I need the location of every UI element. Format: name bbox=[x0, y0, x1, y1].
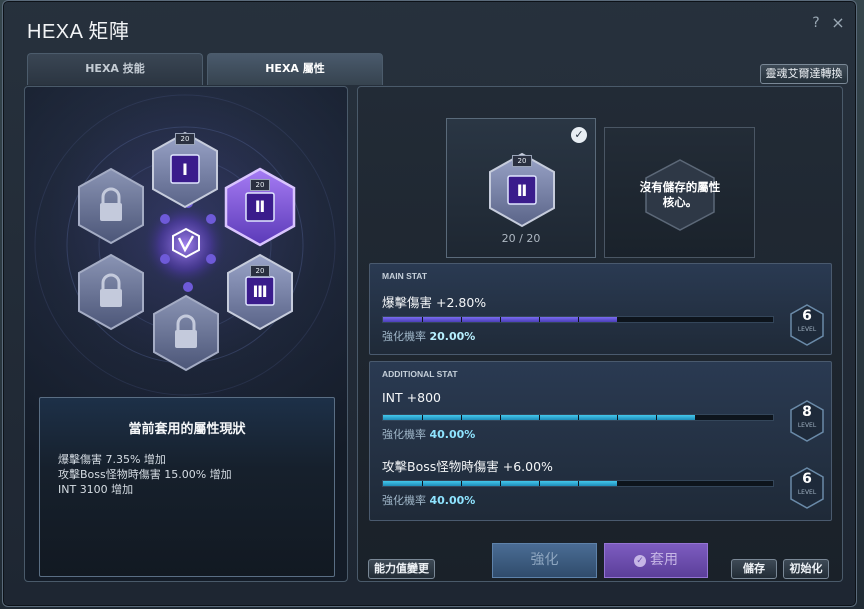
progress-segment-divider bbox=[500, 415, 501, 420]
slot-numeral: Ⅰ bbox=[182, 160, 188, 179]
progress-segment-divider bbox=[422, 481, 423, 486]
additional-stat-progress-bar bbox=[382, 480, 774, 487]
status-line: INT 3100 增加 bbox=[58, 483, 134, 496]
check-circle-icon: ✓ bbox=[634, 555, 646, 567]
rate-label: 強化機率 bbox=[382, 330, 426, 343]
progress-segment-divider bbox=[695, 415, 696, 420]
hexa-slot-locked bbox=[77, 167, 145, 245]
progress-segment-divider bbox=[656, 481, 657, 486]
hexa-v-emblem-icon bbox=[172, 227, 200, 259]
check-icon: ✓ bbox=[571, 127, 587, 143]
hexa-slot-1[interactable]: 20 Ⅰ bbox=[151, 131, 219, 209]
status-line: 攻擊Boss怪物時傷害 15.00% 增加 bbox=[58, 468, 232, 481]
close-button[interactable]: × bbox=[829, 14, 847, 32]
lock-icon bbox=[78, 167, 144, 245]
current-core-card[interactable]: ✓ 20 Ⅱ 20 / 20 bbox=[446, 118, 596, 258]
progress-segment-divider bbox=[656, 415, 657, 420]
additional-stat-label: ADDITIONAL STAT bbox=[382, 369, 458, 379]
progress-segment-divider bbox=[539, 481, 540, 486]
rate-value: 40.00% bbox=[429, 494, 476, 507]
hexa-grid-panel: 20 Ⅰ 20 Ⅱ 20 Ⅲ 當前套用的屬性現狀 爆擊傷害 7.35% 增加 攻… bbox=[24, 86, 348, 582]
progress-segment-divider bbox=[734, 415, 735, 420]
slot-numeral: Ⅱ bbox=[254, 197, 266, 216]
level-number: 6 bbox=[802, 471, 812, 487]
level-number: 8 bbox=[802, 404, 812, 420]
enhance-button[interactable]: 強化 bbox=[492, 543, 597, 578]
additional-stat-level-badge: 8 LEVEL bbox=[788, 399, 826, 443]
status-line: 爆擊傷害 7.35% 增加 bbox=[58, 453, 166, 466]
main-stat-rate: 強化機率 20.00% bbox=[382, 328, 475, 344]
saved-core-card: 沒有儲存的屬性核心。 bbox=[604, 127, 755, 258]
hexa-slot-locked bbox=[152, 294, 220, 372]
progress-segment-divider bbox=[695, 481, 696, 486]
progress-segment-divider bbox=[617, 481, 618, 486]
core-level-badge: 20 bbox=[512, 155, 532, 167]
progress-segment-divider bbox=[578, 481, 579, 486]
progress-segment-divider bbox=[695, 317, 696, 322]
additional-stat-rate: 強化機率 40.00% bbox=[382, 426, 475, 442]
stat-core-panel: ✓ 20 Ⅱ 20 / 20 沒有儲存的屬性核心。 MAIN STAT 爆擊傷害… bbox=[357, 86, 843, 582]
progress-segment-divider bbox=[617, 317, 618, 322]
progress-segment-divider bbox=[500, 481, 501, 486]
core-numeral: Ⅱ bbox=[516, 181, 528, 200]
progress-segment-divider bbox=[734, 481, 735, 486]
current-stat-status-box: 當前套用的屬性現狀 爆擊傷害 7.35% 增加 攻擊Boss怪物時傷害 15.0… bbox=[39, 397, 335, 577]
additional-stat-name: INT +800 bbox=[382, 390, 441, 405]
additional-stat-level-badge: 6 LEVEL bbox=[788, 466, 826, 510]
main-stat-block: MAIN STAT 爆擊傷害 +2.80% 強化機率 20.00% 6 LEVE… bbox=[369, 263, 832, 355]
progress-segment-divider bbox=[461, 317, 462, 322]
apply-button[interactable]: ✓ 套用 bbox=[604, 543, 708, 578]
additional-stat-progress-bar bbox=[382, 414, 774, 421]
main-stat-level-badge: 6 LEVEL bbox=[788, 303, 826, 347]
core-count: 20 / 20 bbox=[501, 232, 541, 245]
slot-level-badge: 20 bbox=[250, 179, 270, 191]
level-label: LEVEL bbox=[797, 422, 817, 429]
additional-stat-block: ADDITIONAL STAT INT +800 強化機率 40.00% 8 L… bbox=[369, 361, 832, 521]
rate-label: 強化機率 bbox=[382, 494, 426, 507]
status-title: 當前套用的屬性現狀 bbox=[128, 422, 246, 437]
additional-stat-name: 攻擊Boss怪物時傷害 +6.00% bbox=[382, 459, 553, 474]
rate-value: 20.00% bbox=[429, 330, 476, 343]
rate-value: 40.00% bbox=[429, 428, 476, 441]
slot-level-badge: 20 bbox=[250, 265, 270, 277]
progress-segment-divider bbox=[656, 317, 657, 322]
save-button[interactable]: 儲存 bbox=[731, 559, 777, 579]
main-stat-name: 爆擊傷害 +2.80% bbox=[382, 295, 487, 310]
main-stat-label: MAIN STAT bbox=[382, 271, 428, 281]
progress-segment-divider bbox=[500, 317, 501, 322]
additional-stat-rate: 強化機率 40.00% bbox=[382, 492, 475, 508]
progress-segment-divider bbox=[617, 415, 618, 420]
level-label: LEVEL bbox=[797, 326, 817, 333]
progress-segment-divider bbox=[422, 415, 423, 420]
tab-hexa-stat[interactable]: HEXA 屬性 bbox=[207, 53, 383, 85]
lock-icon bbox=[78, 253, 144, 331]
progress-segment-divider bbox=[578, 317, 579, 322]
change-stat-button[interactable]: 能力值變更 bbox=[368, 559, 435, 579]
level-number: 6 bbox=[802, 308, 812, 324]
window-title: HEXA 矩陣 bbox=[27, 21, 130, 43]
empty-core-text: 沒有儲存的屬性核心。 bbox=[639, 180, 721, 209]
progress-segment-divider bbox=[734, 317, 735, 322]
hexa-slot-3[interactable]: 20 Ⅲ bbox=[226, 253, 294, 331]
slot-level-badge: 20 bbox=[175, 133, 195, 145]
progress-segment-divider bbox=[461, 481, 462, 486]
hexa-slot-2-selected[interactable]: 20 Ⅱ bbox=[224, 167, 296, 247]
progress-segment-divider bbox=[461, 415, 462, 420]
sol-erda-convert-button[interactable]: 靈魂艾爾達轉換 bbox=[760, 64, 848, 84]
slot-numeral: Ⅲ bbox=[252, 282, 268, 301]
help-button[interactable]: ? bbox=[807, 14, 825, 32]
level-label: LEVEL bbox=[797, 489, 817, 496]
reset-button[interactable]: 初始化 bbox=[783, 559, 829, 579]
progress-segment-divider bbox=[539, 317, 540, 322]
progress-segment-divider bbox=[539, 415, 540, 420]
main-stat-progress-bar bbox=[382, 316, 774, 323]
apply-label: 套用 bbox=[650, 552, 678, 568]
tab-hexa-skill[interactable]: HEXA 技能 bbox=[27, 53, 203, 85]
rate-label: 強化機率 bbox=[382, 428, 426, 441]
progress-segment-divider bbox=[422, 317, 423, 322]
status-lines: 爆擊傷害 7.35% 增加 攻擊Boss怪物時傷害 15.00% 增加 INT … bbox=[58, 452, 232, 497]
hexa-slot-locked bbox=[77, 253, 145, 331]
progress-segment-divider bbox=[578, 415, 579, 420]
lock-icon bbox=[153, 294, 219, 372]
